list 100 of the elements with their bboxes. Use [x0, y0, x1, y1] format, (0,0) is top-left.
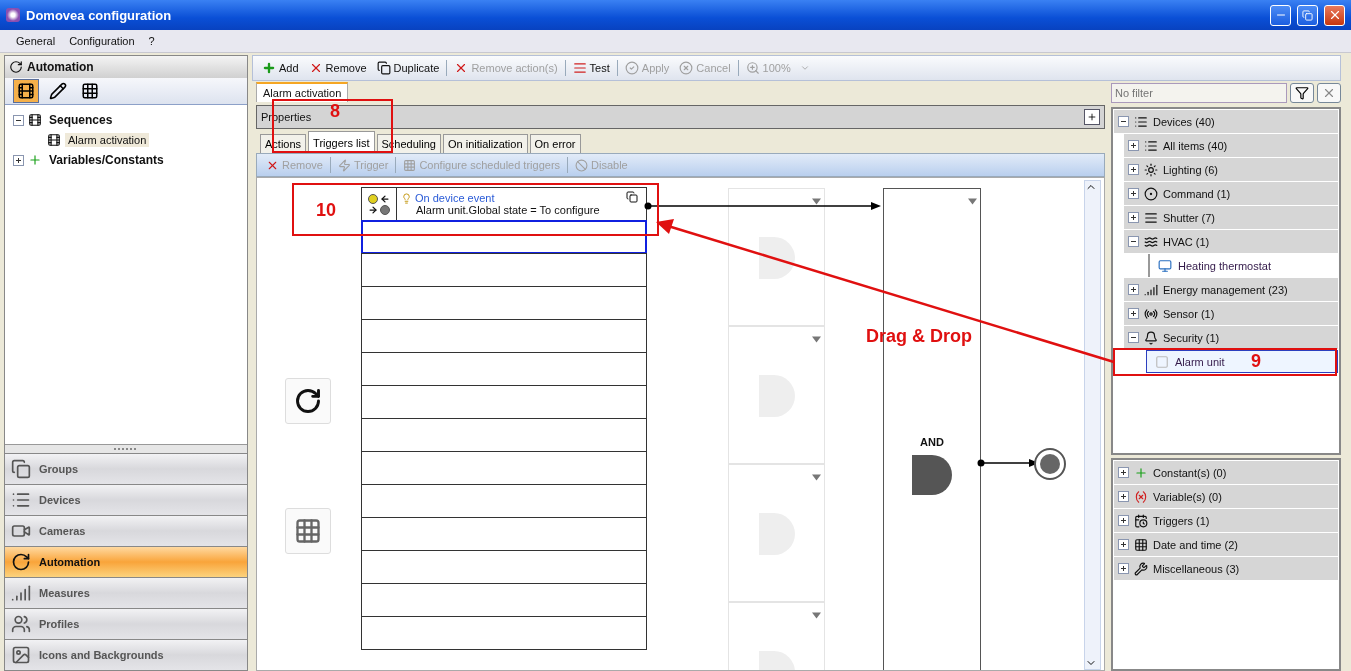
menu-item[interactable]: Configuration [65, 33, 139, 49]
annotation-label: 10 [316, 200, 337, 221]
toolbar-button[interactable]: Duplicate [373, 60, 443, 76]
empty-slot[interactable] [361, 451, 647, 485]
expand-toggle[interactable] [1118, 116, 1129, 127]
tree-node[interactable]: Constant(s) (0) [1114, 461, 1338, 484]
tree-item[interactable]: Sequences [46, 112, 116, 128]
expand-toggle[interactable] [1118, 491, 1129, 502]
tree-item[interactable]: Alarm activation [65, 133, 150, 147]
nav-button[interactable]: Groups [5, 453, 247, 484]
expand-toggle[interactable] [1128, 188, 1139, 199]
app-icon [6, 8, 20, 22]
expand-toggle[interactable] [1128, 332, 1139, 343]
loop-button[interactable] [285, 378, 331, 424]
waves-icon [1144, 234, 1158, 249]
view-button[interactable] [13, 79, 39, 103]
menu-item[interactable]: ? [144, 33, 159, 49]
empty-slot[interactable] [361, 286, 647, 320]
tab[interactable]: On initialization [442, 134, 528, 153]
tree-node[interactable]: Shutter (7) [1124, 206, 1338, 229]
expand-toggle[interactable] [13, 114, 24, 126]
restore-icon [1302, 9, 1313, 21]
expand-toggle[interactable] [1128, 164, 1139, 175]
bars-icon [1144, 282, 1158, 297]
tree-node[interactable]: Security (1) [1124, 326, 1338, 349]
empty-slot[interactable] [361, 583, 647, 617]
expand-toggle[interactable] [1118, 563, 1129, 574]
toolbar-button[interactable]: Remove [305, 60, 370, 76]
document-tab[interactable]: Alarm activation [256, 82, 349, 102]
empty-slot[interactable] [361, 517, 647, 551]
empty-slot[interactable] [361, 319, 647, 353]
toolbar-button[interactable]: Add [259, 60, 302, 76]
tab[interactable]: On error [529, 134, 581, 153]
nav-button[interactable]: Automation [5, 546, 247, 577]
tree-node[interactable]: Lighting (6) [1124, 158, 1338, 181]
tree-node[interactable]: Triggers (1) [1114, 509, 1338, 532]
tree-node[interactable]: Miscellaneous (3) [1114, 557, 1338, 580]
nav-button[interactable]: Icons and Backgrounds [5, 639, 247, 670]
plus-icon [1087, 112, 1097, 122]
tree-node[interactable]: All items (40) [1124, 134, 1338, 157]
toolbar-button[interactable]: Test [569, 60, 613, 76]
trigger-condition: Alarm unit.Global state = To configure [415, 204, 601, 216]
bell-icon [1144, 330, 1158, 345]
stripes-icon [1144, 210, 1158, 225]
filter-field[interactable]: No filter [1111, 83, 1287, 103]
expand-toggle[interactable] [13, 154, 24, 166]
empty-slot[interactable] [361, 352, 647, 386]
expand-toggle[interactable] [1128, 284, 1139, 295]
empty-slot[interactable] [361, 253, 647, 287]
empty-slot[interactable] [361, 385, 647, 419]
nav-button[interactable]: Cameras [5, 515, 247, 546]
and-gate-icon [912, 455, 952, 495]
calendar-button[interactable] [285, 508, 331, 554]
copy-icon[interactable] [626, 191, 638, 203]
tree-node[interactable]: Devices (40) [1114, 110, 1338, 133]
empty-slot[interactable] [361, 220, 647, 254]
list-icon [1144, 138, 1158, 153]
loop-icon [294, 387, 322, 415]
tree-node[interactable]: Command (1) [1124, 182, 1338, 205]
people-icon [11, 614, 31, 634]
scrollbar[interactable] [1084, 180, 1101, 670]
disable-icon [575, 158, 589, 172]
empty-slot[interactable] [361, 484, 647, 518]
window-title: Domovea configuration [26, 7, 173, 23]
bars-icon [11, 583, 31, 603]
empty-slot[interactable] [361, 418, 647, 452]
expand-toggle[interactable] [1118, 515, 1129, 526]
sun-icon [1144, 162, 1158, 177]
expand-toggle[interactable] [1118, 467, 1129, 478]
nav-button[interactable]: Devices [5, 484, 247, 515]
trigger-block[interactable]: On device event Alarm unit.Global state = To configure [361, 187, 647, 221]
nav-button[interactable]: Profiles [5, 608, 247, 639]
empty-slot[interactable] [361, 616, 647, 650]
tree-item[interactable]: Variables/Constants [46, 152, 167, 168]
expand-toggle[interactable] [1128, 236, 1139, 247]
filter-icon [1295, 86, 1309, 100]
filter-button[interactable] [1290, 83, 1314, 103]
grid-icon [403, 158, 417, 172]
menu-item[interactable]: General [12, 33, 60, 49]
empty-slot[interactable] [361, 550, 647, 584]
film-icon [28, 113, 42, 127]
tree-node[interactable]: Sensor (1) [1124, 302, 1338, 325]
expand-button[interactable] [1084, 109, 1100, 125]
restore-button[interactable] [1297, 4, 1318, 26]
cross-icon [1134, 465, 1148, 480]
close-button[interactable] [1324, 4, 1345, 26]
tree-node[interactable]: Date and time (2) [1114, 533, 1338, 556]
close-icon [1322, 86, 1336, 100]
signal-icon [1144, 306, 1158, 321]
tree-node[interactable]: HVAC (1) [1124, 230, 1338, 253]
minimize-button[interactable] [1270, 4, 1291, 26]
tree-node[interactable]: Variable(s) (0) [1114, 485, 1338, 508]
expand-toggle[interactable] [1128, 212, 1139, 223]
pencil-icon [49, 82, 67, 100]
nav-button[interactable]: Measures [5, 577, 247, 608]
expand-toggle[interactable] [1128, 308, 1139, 319]
expand-toggle[interactable] [1128, 140, 1139, 151]
expand-toggle[interactable] [1118, 539, 1129, 550]
tab[interactable]: Triggers list [308, 131, 375, 153]
tree-node[interactable]: Energy management (23) [1124, 278, 1338, 301]
